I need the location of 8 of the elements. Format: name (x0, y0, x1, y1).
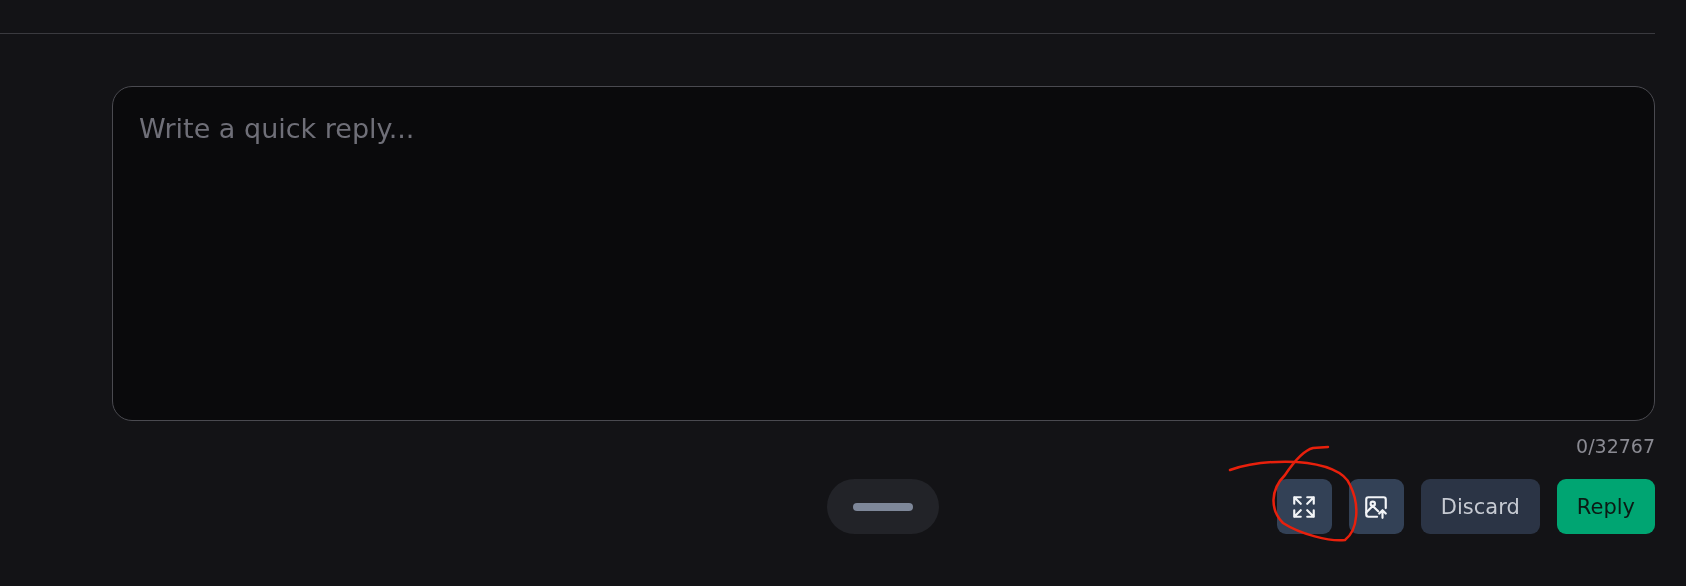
image-upload-icon (1363, 493, 1390, 520)
expand-button[interactable] (1276, 479, 1332, 534)
reply-field[interactable]: Write a quick reply... (112, 86, 1655, 421)
image-upload-button[interactable] (1348, 479, 1404, 534)
character-counter: 0/32767 (1576, 435, 1655, 457)
expand-icon (1291, 493, 1318, 520)
discard-button[interactable]: Discard (1420, 479, 1540, 534)
reply-button[interactable]: Reply (1556, 479, 1655, 534)
